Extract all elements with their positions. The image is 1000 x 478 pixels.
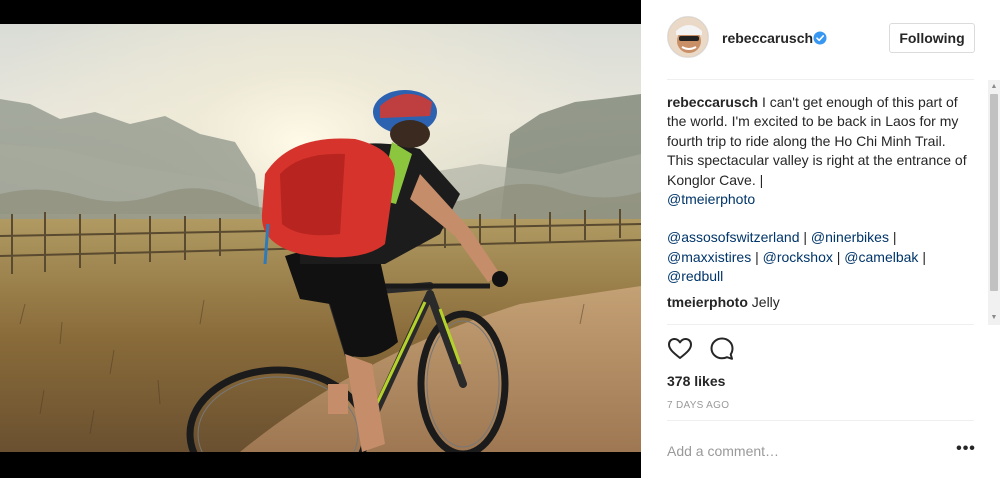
mention-link[interactable]: @assosofswitzerland — [667, 229, 800, 245]
comment-text: Jelly — [751, 293, 780, 310]
speech-bubble-icon[interactable] — [709, 336, 735, 362]
mention-link[interactable]: @tmeierphoto — [667, 191, 755, 207]
post-timestamp[interactable]: 7 DAYS AGO — [667, 400, 729, 411]
caption-comment: rebeccarusch I can't get enough of this … — [667, 94, 967, 285]
heart-icon[interactable] — [667, 336, 693, 362]
comments-list: rebeccarusch I can't get enough of this … — [667, 93, 972, 325]
following-button[interactable]: Following — [889, 23, 975, 53]
more-options-icon[interactable]: ••• — [954, 441, 978, 460]
author-avatar[interactable] — [667, 16, 709, 58]
add-comment-input[interactable] — [667, 440, 947, 462]
post-header: rebeccarusch Following — [641, 0, 1000, 80]
mention-link[interactable]: @maxxistires — [667, 249, 751, 265]
mention-link[interactable]: @redbull — [667, 268, 723, 284]
scroll-down-arrow-icon[interactable]: ▼ — [990, 313, 998, 323]
photo-illustration — [0, 24, 641, 452]
header-divider — [667, 79, 974, 80]
mention-link[interactable]: @ninerbikes — [811, 229, 889, 245]
likes-count[interactable]: 378 likes — [667, 373, 725, 389]
comment-username[interactable]: tmeierphoto — [667, 294, 748, 310]
mention-link[interactable]: @rockshox — [763, 249, 833, 265]
scrollbar-thumb[interactable] — [990, 94, 998, 291]
comment-item: tmeierphoto Jelly — [667, 293, 972, 312]
actions-divider — [667, 324, 974, 325]
comment-input-divider — [667, 420, 974, 421]
verified-badge-icon — [813, 31, 827, 45]
author-username[interactable]: rebeccarusch — [722, 30, 813, 46]
mention-link[interactable]: @camelbak — [844, 249, 918, 265]
post-media — [0, 0, 641, 478]
caption-username[interactable]: rebeccarusch — [667, 94, 758, 110]
avatar-image — [668, 17, 708, 57]
post-photo[interactable] — [0, 24, 641, 452]
post-info-panel: rebeccarusch Following rebeccarusch I ca… — [641, 0, 1000, 478]
scroll-up-arrow-icon[interactable]: ▲ — [990, 82, 998, 92]
